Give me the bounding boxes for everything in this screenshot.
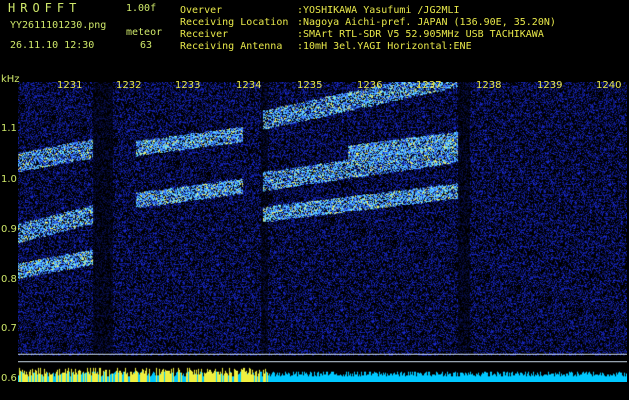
x-tick-label: 1237	[416, 80, 442, 91]
meta-value-receiver: :SMArt RTL-SDR V5 52.905MHz USB TACHIKAW…	[297, 29, 544, 40]
meta-label-location: Receiving Location	[180, 17, 289, 28]
x-tick-label: 1236	[357, 80, 383, 91]
image-filename: YY2611101230.png	[10, 20, 107, 31]
x-tick-label: 1240	[596, 80, 622, 91]
y-tick-label: 1.1	[1, 123, 17, 134]
meta-label-observer: Overver	[180, 5, 223, 16]
datetime: 26.11.10 12:30	[10, 40, 95, 51]
app-title: HROFFT	[8, 1, 82, 15]
meta-value-observer: :YOSHIKAWA Yasufumi /JG2MLI	[297, 5, 460, 16]
meta-label-antenna: Receiving Antenna	[180, 41, 283, 52]
x-tick-label: 1235	[297, 80, 323, 91]
x-tick-label: 1234	[236, 80, 262, 91]
spectrogram-canvas	[18, 82, 627, 382]
meteor-count: 63	[140, 40, 153, 51]
x-tick-label: 1233	[175, 80, 201, 91]
meta-value-location: :Nagoya Aichi-pref. JAPAN (136.90E, 35.2…	[297, 17, 556, 28]
y-tick-label: 0.6	[1, 373, 17, 384]
meta-label-receiver: Receiver	[180, 29, 229, 40]
y-tick-label: 0.8	[1, 274, 17, 285]
y-tick-label: 0.7	[1, 323, 17, 334]
x-tick-label: 1231	[57, 80, 83, 91]
x-tick-label: 1238	[476, 80, 502, 91]
hrofft-window: HROFFT 1.00f YY2611101230.png 26.11.10 1…	[0, 0, 629, 400]
x-tick-label: 1239	[537, 80, 563, 91]
y-tick-label: 0.9	[1, 224, 17, 235]
meteor-label: meteor	[126, 27, 163, 38]
y-tick-label: 1.0	[1, 174, 17, 185]
app-version: 1.00f	[126, 3, 157, 14]
x-tick-label: 1232	[116, 80, 142, 91]
meta-value-antenna: :10mH 3el.YAGI Horizontal:ENE	[297, 41, 472, 52]
y-axis-unit: kHz	[1, 74, 20, 85]
